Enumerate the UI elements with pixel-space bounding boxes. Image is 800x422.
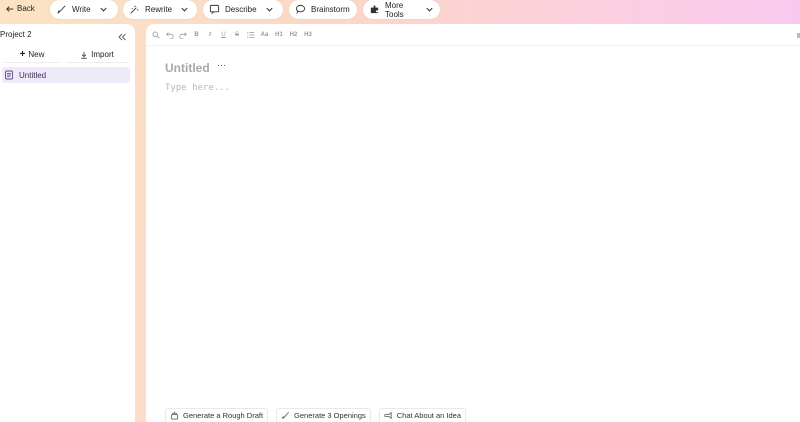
- generate-rough-draft-label: Generate a Rough Draft: [183, 411, 264, 420]
- new-document-button[interactable]: + New: [4, 47, 60, 63]
- import-icon: [80, 51, 88, 59]
- chat-about-idea-label: Chat About an Idea: [396, 411, 461, 420]
- document-title: Untitled: [19, 70, 47, 80]
- plus-icon: +: [19, 48, 26, 60]
- chevron-down-icon[interactable]: [180, 5, 189, 14]
- generate-rough-draft-button[interactable]: Generate a Rough Draft: [165, 408, 269, 422]
- heading1-icon[interactable]: H1: [275, 31, 284, 39]
- brainstorm-tool-label: Brainstorm: [311, 5, 350, 14]
- generate-openings-button[interactable]: Generate 3 Openings: [276, 408, 371, 422]
- rewrite-tool-label: Rewrite: [145, 5, 173, 14]
- back-label: Back: [17, 4, 35, 13]
- strikethrough-icon[interactable]: S: [233, 31, 241, 39]
- document-icon: [4, 70, 14, 80]
- top-toolbar: Back Write Rewrite Describe Brainstorm M…: [0, 0, 800, 20]
- chevron-down-icon[interactable]: [99, 5, 108, 14]
- heading3-icon[interactable]: H3: [304, 31, 313, 39]
- undo-icon[interactable]: [165, 31, 174, 39]
- toolbar-divider: [146, 45, 800, 46]
- new-label: New: [28, 50, 45, 59]
- describe-tool-button[interactable]: Describe: [203, 0, 283, 19]
- write-tool-button[interactable]: Write: [50, 0, 118, 19]
- underline-icon[interactable]: U: [220, 31, 228, 39]
- chevron-down-icon[interactable]: [425, 5, 434, 14]
- search-icon[interactable]: [152, 31, 160, 39]
- editor-panel: B I U S Aa H1 H2 H3 Untitled ··· Type he…: [146, 24, 800, 422]
- pen-icon: [281, 411, 290, 420]
- generate-openings-label: Generate 3 Openings: [294, 411, 366, 420]
- chat-about-idea-button[interactable]: Chat About an Idea: [378, 408, 466, 422]
- brainstorm-icon: [295, 4, 306, 15]
- sidebar-item-untitled[interactable]: Untitled: [2, 67, 130, 83]
- puzzle-icon: [369, 4, 380, 15]
- more-tools-button[interactable]: More Tools: [363, 0, 440, 19]
- back-button[interactable]: Back: [6, 4, 35, 13]
- arrow-left-icon: [6, 5, 14, 13]
- import-label: Import: [91, 50, 114, 59]
- import-button[interactable]: Import: [66, 47, 128, 63]
- redo-icon[interactable]: [179, 31, 187, 39]
- collapse-sidebar-icon[interactable]: [117, 29, 127, 41]
- font-size-icon[interactable]: Aa: [260, 31, 269, 39]
- document-title-heading[interactable]: Untitled: [165, 61, 210, 75]
- project-title: Project 2: [0, 30, 32, 39]
- more-options-icon[interactable]: ···: [217, 60, 226, 70]
- draft-icon: [170, 411, 179, 420]
- formatting-toolbar: B I U S Aa H1 H2 H3: [152, 29, 313, 41]
- editor-text-area[interactable]: Type here...: [165, 83, 230, 93]
- describe-icon: [209, 4, 220, 15]
- list-icon[interactable]: [246, 31, 255, 39]
- heading2-icon[interactable]: H2: [289, 31, 298, 39]
- rewrite-tool-button[interactable]: Rewrite: [123, 0, 197, 19]
- bold-icon[interactable]: B: [193, 31, 201, 39]
- chat-icon: [384, 411, 393, 420]
- describe-tool-label: Describe: [225, 5, 257, 14]
- more-tools-label: More Tools: [385, 0, 404, 19]
- action-bar: Generate a Rough Draft Generate 3 Openin…: [165, 408, 466, 422]
- italic-icon[interactable]: I: [206, 31, 214, 39]
- sidebar: Project 2 + New Import Untitled: [0, 24, 135, 422]
- brainstorm-tool-button[interactable]: Brainstorm: [289, 0, 357, 19]
- write-tool-label: Write: [72, 5, 91, 14]
- pen-icon: [56, 4, 67, 15]
- rewrite-icon: [129, 4, 140, 15]
- chevron-down-icon[interactable]: [265, 5, 274, 14]
